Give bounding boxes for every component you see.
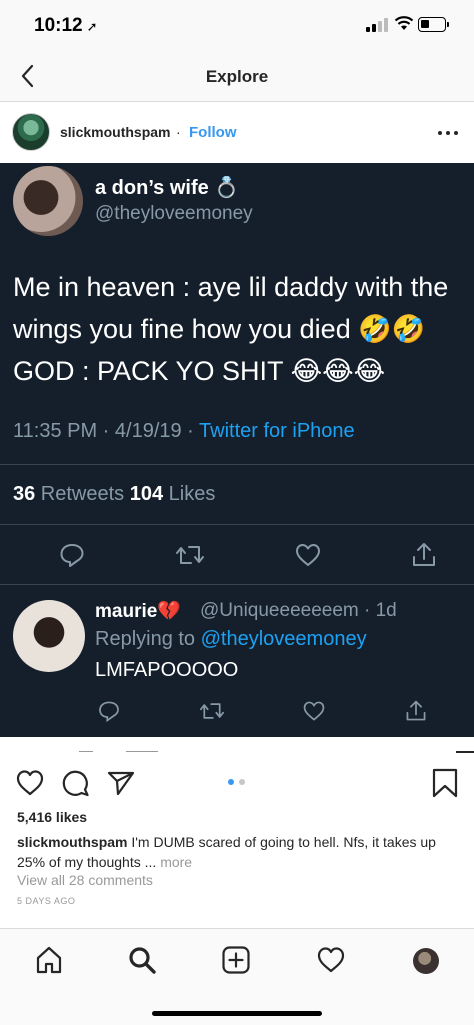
profile-avatar[interactable] bbox=[413, 948, 439, 974]
tweet-avatar bbox=[13, 166, 83, 236]
home-icon[interactable] bbox=[34, 945, 64, 975]
bookmark-icon[interactable] bbox=[431, 768, 459, 798]
page-title: Explore bbox=[205, 67, 269, 86]
likes-count: 104 bbox=[129, 483, 164, 505]
search-icon[interactable] bbox=[127, 945, 157, 975]
image-strip-edge bbox=[0, 737, 474, 755]
tweet-handle: @theyloveemoney bbox=[95, 203, 253, 224]
heart-icon[interactable] bbox=[15, 768, 45, 798]
tweet-retweet-icon bbox=[176, 546, 204, 564]
clock-text: 10:12 bbox=[34, 15, 83, 36]
reply-display-name: maurie💔 bbox=[95, 601, 181, 622]
tweet-stats: 36 Retweets 104 Likes bbox=[13, 483, 215, 506]
likes-label: Likes bbox=[163, 483, 216, 505]
wifi-icon bbox=[394, 16, 414, 30]
post-time-ago: 5 DAYS AGO bbox=[17, 896, 76, 906]
tweet-reply-icon bbox=[60, 544, 84, 567]
divider bbox=[0, 524, 474, 525]
signal-icon bbox=[366, 18, 390, 32]
divider bbox=[0, 584, 474, 585]
activity-icon[interactable] bbox=[316, 945, 346, 975]
more-options-icon[interactable] bbox=[438, 131, 462, 135]
retweets-count: 36 bbox=[13, 483, 36, 505]
reply-handle: @Uniqueeeeeeem · 1d bbox=[200, 600, 397, 621]
caption: slickmouthspam I'm DUMB scared of going … bbox=[17, 832, 462, 872]
user-avatar[interactable] bbox=[12, 113, 50, 151]
tweet-time: 11:35 PM · 4/19/19 · bbox=[13, 420, 200, 442]
add-icon[interactable] bbox=[221, 945, 251, 975]
reply-like-icon bbox=[303, 701, 325, 721]
reply-retweet-icon bbox=[200, 703, 224, 719]
tweet-text: Me in heaven : aye lil daddy with the wi… bbox=[13, 272, 449, 386]
divider bbox=[0, 464, 474, 465]
replying-user: @theyloveemoney bbox=[200, 628, 367, 650]
tweet-like-icon bbox=[296, 544, 320, 566]
likes-count[interactable]: 5,416 likes bbox=[17, 809, 87, 825]
post-username[interactable]: slickmouthspam bbox=[60, 124, 170, 140]
tweet-display-name: a don’s wife 💍 bbox=[95, 177, 240, 199]
retweets-label: Retweets bbox=[35, 483, 130, 505]
nav-bar: Explore bbox=[0, 52, 474, 102]
replying-prefix: Replying to bbox=[95, 628, 201, 650]
comment-icon[interactable] bbox=[61, 768, 91, 798]
reply-text: LMFAPOOOOO bbox=[95, 659, 239, 681]
separator-dot: · bbox=[176, 124, 181, 140]
reply-avatar bbox=[13, 600, 85, 672]
status-time: 10:12 ➚ bbox=[34, 15, 98, 37]
carousel-dot bbox=[239, 779, 245, 785]
tweet-timestamp: 11:35 PM · 4/19/19 · Twitter for iPhone bbox=[13, 420, 355, 443]
post-image-tweet[interactable]: a don’s wife 💍 @theyloveemoney Me in hea… bbox=[0, 163, 474, 737]
post-header: slickmouthspam · Follow bbox=[0, 103, 474, 163]
replying-to: Replying to @theyloveemoney bbox=[95, 628, 367, 651]
status-bar: 10:12 ➚ bbox=[0, 0, 474, 52]
location-arrow-icon: ➚ bbox=[86, 19, 98, 34]
home-indicator bbox=[152, 1011, 322, 1016]
tab-bar bbox=[0, 928, 474, 1025]
battery-icon bbox=[418, 17, 449, 32]
follow-button[interactable]: Follow bbox=[189, 124, 237, 141]
view-all-comments-link[interactable]: View all 28 comments bbox=[17, 872, 153, 888]
share-icon[interactable] bbox=[106, 768, 136, 798]
tweet-share-icon bbox=[413, 543, 435, 566]
reply-share-icon bbox=[406, 700, 426, 721]
carousel-dot-active bbox=[228, 779, 234, 785]
caption-more-link[interactable]: more bbox=[160, 854, 192, 870]
tweet-source: Twitter for iPhone bbox=[199, 420, 355, 442]
reply-reply-icon bbox=[99, 701, 119, 723]
caption-username[interactable]: slickmouthspam bbox=[17, 834, 127, 850]
